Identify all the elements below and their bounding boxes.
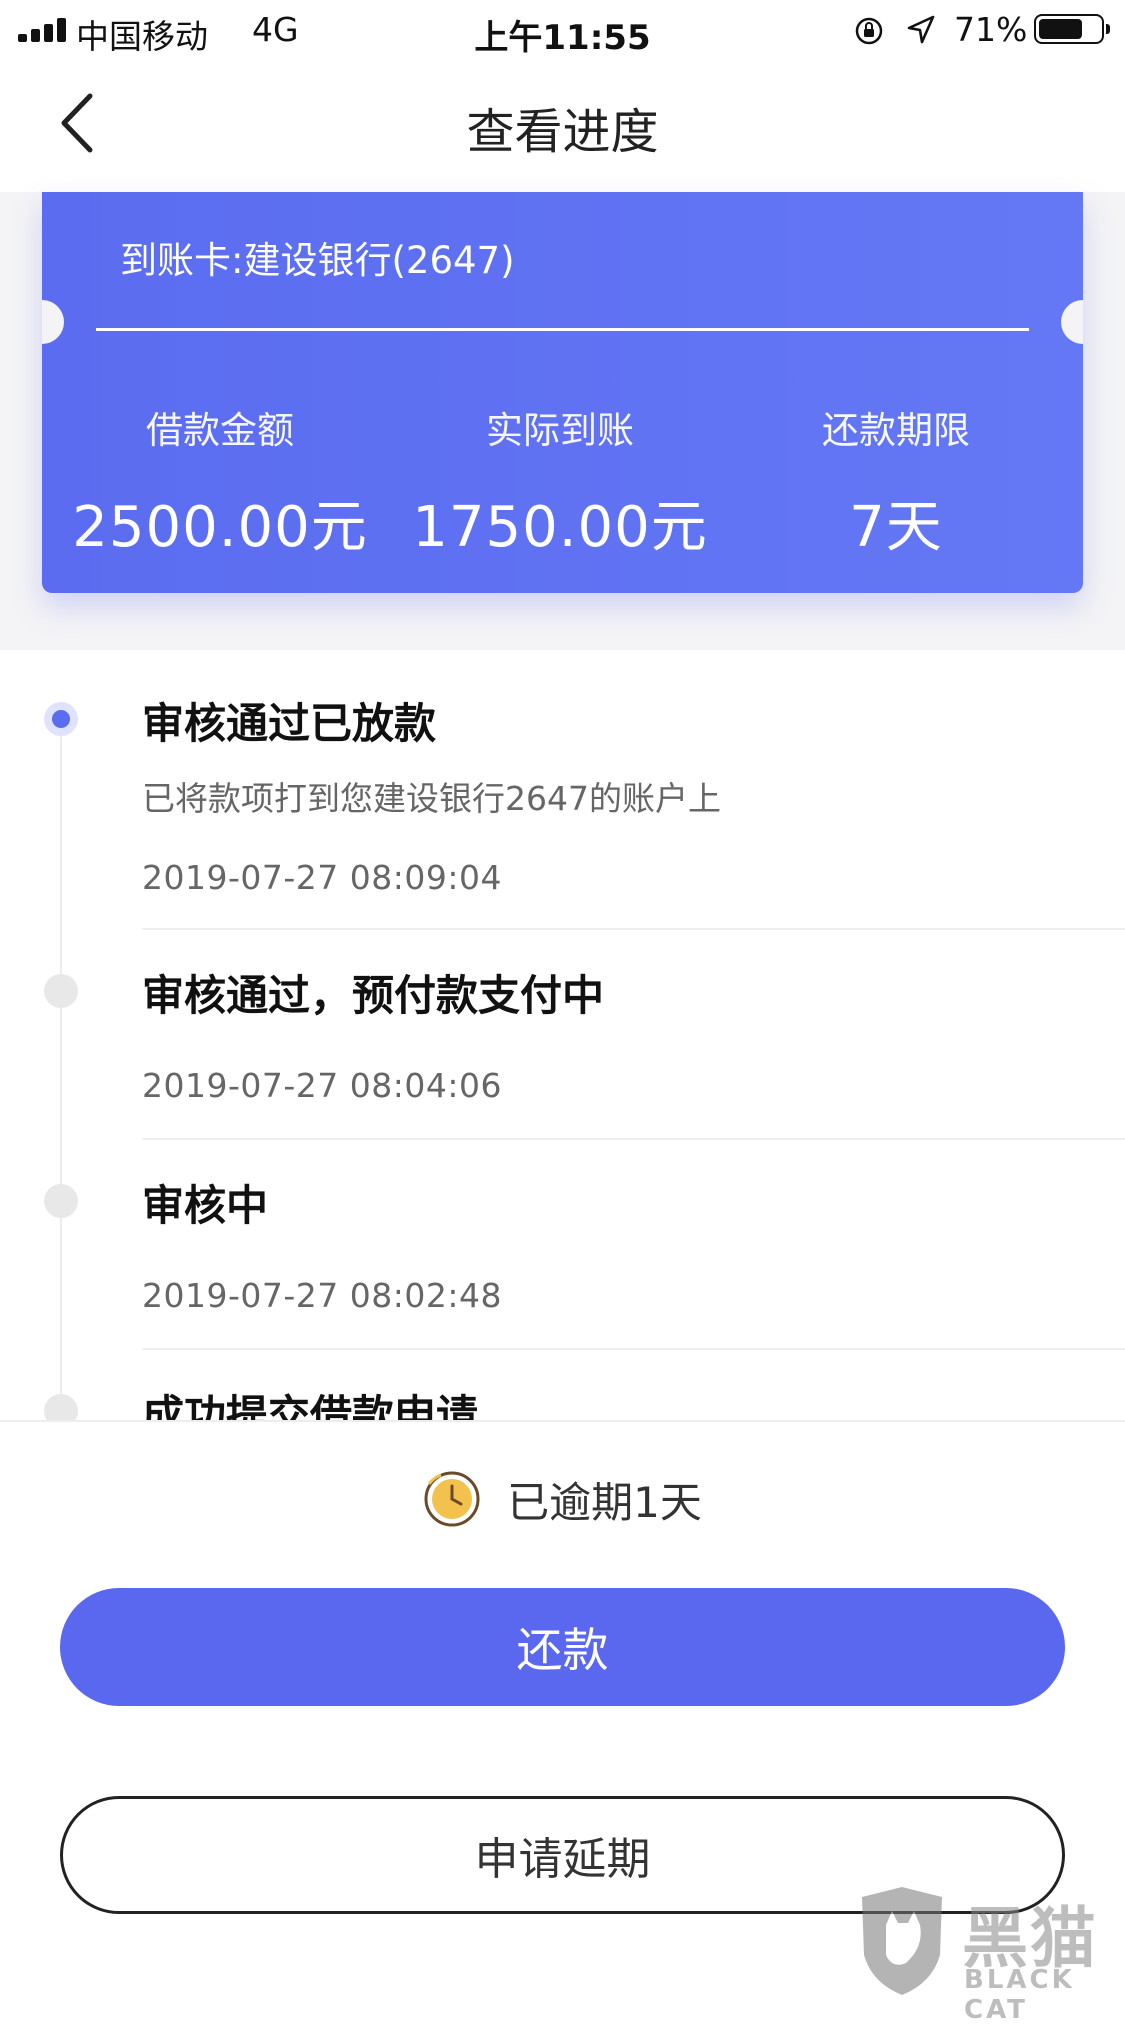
stat-repay-term: 还款期限 7天: [731, 400, 1061, 563]
timeline-separator: [142, 1348, 1125, 1350]
card-divider: [96, 328, 1029, 331]
clock-icon: [424, 1471, 480, 1527]
watermark-en: BLACK CAT: [964, 1965, 1075, 2025]
timeline-separator: [142, 928, 1125, 930]
timeline-title: 成功提交借款申请: [142, 1391, 479, 1420]
timeline-title: 审核通过已放款: [142, 699, 437, 748]
stat-value: 2500.00元: [72, 495, 368, 560]
card-notch-left: [42, 300, 64, 344]
stat-loan-amount: 借款金额 2500.00元: [55, 400, 385, 563]
timeline-desc: 已将款项打到您建设银行2647的账户上: [142, 779, 721, 818]
stat-label: 借款金额: [146, 409, 294, 452]
stat-label: 实际到账: [486, 409, 634, 452]
battery-percent: 71%: [954, 10, 1028, 49]
overdue-text: 已逾期1天: [507, 1477, 702, 1527]
stat-label: 还款期限: [822, 409, 970, 452]
location-arrow-icon: [907, 15, 935, 44]
repay-button[interactable]: 还款: [60, 1588, 1065, 1706]
page-title: 查看进度: [466, 104, 659, 160]
card-account: 到账卡:建设银行(2647): [120, 239, 515, 282]
timeline-dot: [44, 1394, 78, 1420]
stat-value: 7天: [849, 495, 943, 560]
timeline-dot: [44, 974, 78, 1008]
orientation-lock-icon: [855, 17, 883, 45]
black-cat-watermark: 黑猫 BLACK CAT: [852, 1885, 1120, 2025]
timeline-separator: [142, 1138, 1125, 1140]
stat-value: 1750.00元: [412, 495, 708, 560]
timeline-dot-active: [44, 702, 78, 736]
timeline-title: 审核通过，预付款支付中: [142, 971, 605, 1020]
timeline-line: [60, 710, 62, 1420]
battery-icon: [1034, 14, 1110, 44]
card-area: 到账卡:建设银行(2647) 借款金额 2500.00元 实际到账 1750.0…: [0, 192, 1125, 650]
card-notch-right: [1061, 300, 1083, 344]
timeline-time: 2019-07-27 08:02:48: [142, 1276, 502, 1315]
timeline-title: 审核中: [142, 1181, 269, 1230]
cat-shield-logo-icon: [862, 1887, 942, 1995]
loan-card: 到账卡:建设银行(2647) 借款金额 2500.00元 实际到账 1750.0…: [42, 192, 1083, 593]
progress-timeline: 审核通过已放款 已将款项打到您建设银行2647的账户上 2019-07-27 0…: [0, 650, 1125, 1420]
timeline-time: 2019-07-27 08:04:06: [142, 1066, 502, 1105]
timeline-time: 2019-07-27 08:09:04: [142, 858, 502, 897]
stat-actual-received: 实际到账 1750.00元: [395, 400, 725, 563]
nav-bar: 查看进度: [0, 60, 1125, 192]
timeline-dot: [44, 1184, 78, 1218]
overdue-notice: 已逾期1天: [0, 1464, 1125, 1534]
status-bar: 中国移动 4G 上午11:55 71%: [0, 0, 1125, 60]
